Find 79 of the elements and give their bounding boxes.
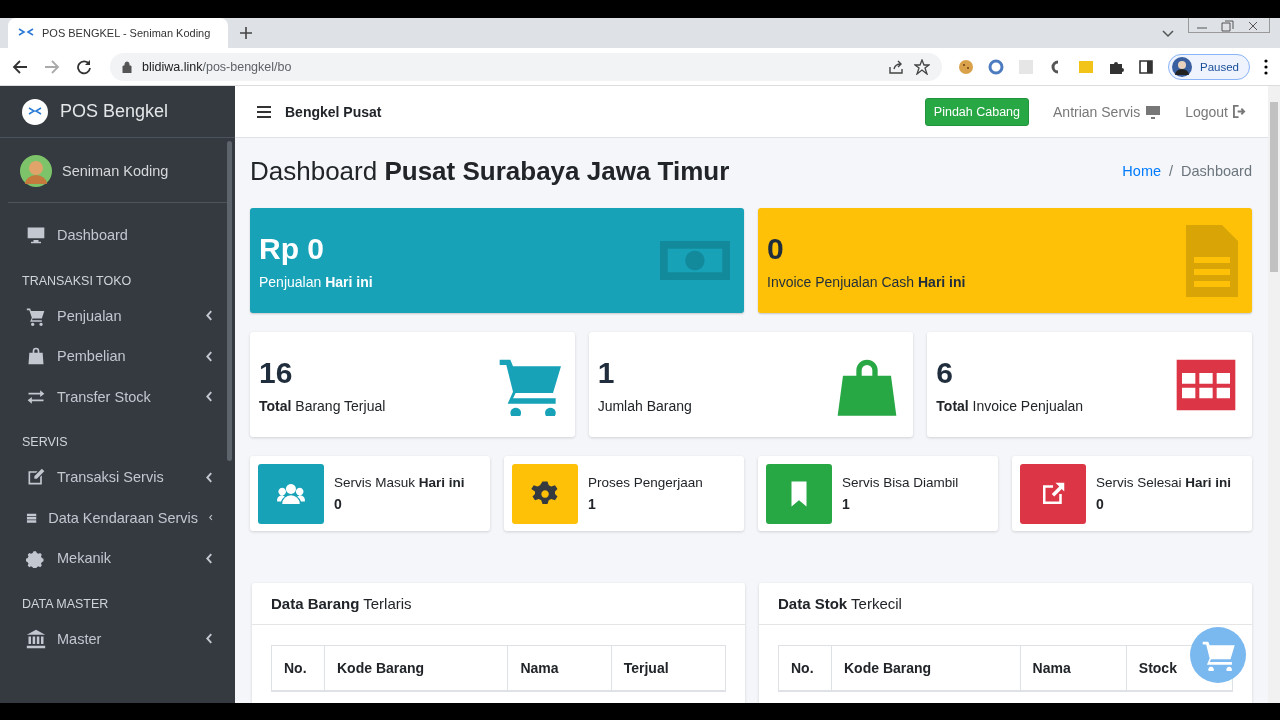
- scrollbar-thumb[interactable]: [1270, 102, 1278, 272]
- browser-tab[interactable]: POS BENGKEL - Seniman Koding: [8, 18, 228, 48]
- column-header: Nama: [507, 645, 612, 691]
- column-header: Nama: [1020, 645, 1127, 691]
- profile-button[interactable]: Paused: [1168, 53, 1250, 80]
- menu-header: DATA MASTER: [21, 595, 110, 613]
- info-value: 0: [334, 496, 343, 512]
- stat-label: Invoice Penjualan Cash Hari ini: [767, 273, 967, 290]
- chevron-down-icon[interactable]: [1162, 30, 1174, 38]
- breadcrumb-current: Dashboard: [1181, 163, 1252, 179]
- menu-item[interactable]: Penjualan: [14, 295, 227, 336]
- breadcrumb-link[interactable]: Home: [1122, 163, 1162, 179]
- menu-item[interactable]: Master: [14, 618, 227, 659]
- menu-icon: [26, 548, 46, 569]
- menu-header: TRANSAKSI TOKO: [21, 272, 133, 290]
- stat-label: Total Invoice Penjualan: [936, 397, 1085, 414]
- queue-link[interactable]: Antrian Servis: [1053, 103, 1162, 120]
- document-icon: [1186, 224, 1238, 297]
- logout-icon: [1233, 105, 1246, 118]
- breadcrumb-separator: /: [1169, 163, 1174, 179]
- menu-icon: [26, 346, 46, 367]
- scrollbar[interactable]: [227, 141, 232, 461]
- table-title: Data Barang Terlaris: [252, 583, 745, 625]
- lock-icon: [122, 60, 132, 73]
- share-icon[interactable]: [888, 58, 904, 75]
- column-header: No.: [271, 645, 325, 691]
- address-bar[interactable]: blidiwa.link/pos-bengkel/bo: [110, 52, 942, 81]
- menu-item[interactable]: Pembelian: [14, 336, 227, 377]
- menu-item[interactable]: Transaksi Servis: [14, 457, 227, 498]
- branch-title: Bengkel Pusat: [285, 103, 382, 120]
- stat-label: Jumlah Barang: [597, 397, 693, 414]
- stat-value: 16: [259, 355, 294, 390]
- avatar-icon: [20, 155, 52, 187]
- info-label: Proses Pengerjaan: [588, 475, 703, 490]
- avatar-icon: [1172, 56, 1192, 77]
- info-label: Servis Selesai Hari ini: [1096, 475, 1232, 490]
- star-icon[interactable]: [914, 58, 930, 75]
- stat-value: 6: [936, 355, 954, 390]
- stat-label: Total Barang Terjual: [259, 397, 387, 414]
- brand-name: POS Bengkel: [60, 101, 169, 122]
- cookie-icon[interactable]: [958, 58, 974, 75]
- monitor-icon: [1145, 104, 1162, 119]
- stat-value: 0: [767, 231, 785, 266]
- info-label: Servis Bisa Diambil: [842, 475, 959, 490]
- column-header: Kode Barang: [324, 645, 508, 691]
- new-tab-icon[interactable]: [240, 27, 252, 39]
- page-title: Dashboard Pusat Surabaya Jawa Timur: [250, 155, 731, 187]
- tab-title: POS BENGKEL - Seniman Koding: [42, 27, 211, 39]
- menu-icon: [26, 225, 46, 246]
- favicon-icon: [18, 27, 34, 39]
- back-icon[interactable]: [12, 58, 28, 75]
- info-value: 0: [1096, 496, 1105, 512]
- column-header: No.: [778, 645, 832, 691]
- table-title: Data Stok Terkecil: [759, 583, 1252, 625]
- menu-icon: [26, 628, 46, 649]
- column-header: Terjual: [611, 645, 726, 691]
- stat-label: Penjualan Hari ini: [259, 273, 374, 290]
- stat-value: 1: [597, 355, 616, 390]
- cart-icon: [1201, 639, 1235, 671]
- reload-icon[interactable]: [76, 58, 92, 75]
- menu-icon: [26, 467, 46, 488]
- stat-value: Rp 0: [259, 231, 325, 266]
- user-name: Seniman Koding: [62, 163, 169, 179]
- logout-link[interactable]: Logout: [1185, 103, 1246, 120]
- menu-item[interactable]: Data Kendaraan Servis: [14, 497, 227, 538]
- menu-item[interactable]: Mekanik: [14, 538, 227, 579]
- sidepanel-icon[interactable]: [1138, 58, 1154, 75]
- money-icon: [660, 241, 730, 280]
- menu-icon[interactable]: [257, 105, 271, 118]
- logo-icon: [22, 98, 48, 125]
- menu-item[interactable]: Transfer Stock: [14, 376, 227, 417]
- column-header: Kode Barang: [831, 645, 1021, 691]
- info-value: 1: [588, 496, 597, 512]
- menu-item[interactable]: Dashboard: [14, 215, 227, 256]
- info-value: 1: [842, 496, 851, 512]
- menu-header: SERVIS: [21, 434, 69, 451]
- info-label: Servis Masuk Hari ini: [334, 475, 465, 490]
- ring-icon[interactable]: [988, 58, 1004, 75]
- more-icon[interactable]: [1264, 58, 1268, 75]
